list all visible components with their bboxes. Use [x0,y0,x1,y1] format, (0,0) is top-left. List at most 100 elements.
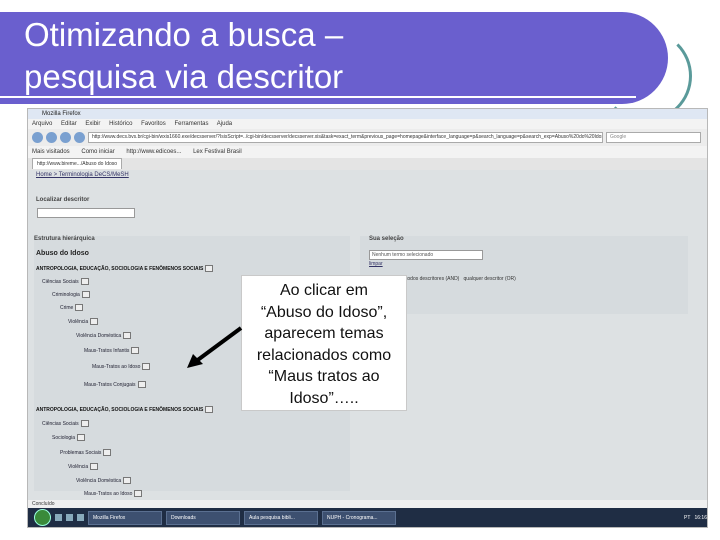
tree2-item-5[interactable]: Violência Doméstica [76,477,132,484]
reload-button-icon[interactable] [60,132,71,143]
tree-item-label: Violência Doméstica [76,477,122,484]
tree2-item-1[interactable]: Ciências Sociais [42,420,89,427]
back-button-icon[interactable] [32,132,43,143]
tree1-item-7[interactable]: Maus-Tratos ao Idoso [92,363,151,370]
tree-add-icon[interactable] [205,265,214,272]
tree1-item-2[interactable]: Criminologia [52,291,90,298]
taskbar-item-nuph[interactable]: NUPH - Cronograma... [322,510,396,525]
tree-add-icon[interactable] [77,434,86,441]
tree2-item-0[interactable]: ANTROPOLOGIA, EDUCAÇÃO, SOCIOLOGIA E FEN… [36,406,214,413]
tree-item-label: Sociologia [52,434,76,441]
tree-add-icon[interactable] [80,278,89,285]
sua-selecao-label: Sua seleção [369,236,404,242]
selected-term: Abuso do Idoso [36,250,89,257]
tray-clock: 16:16 [694,514,707,521]
search-input[interactable]: Google [606,132,701,143]
forward-button-icon[interactable] [46,132,57,143]
tree1-item-4[interactable]: Violência [68,318,99,325]
tree2-item-2[interactable]: Sociologia [52,434,86,441]
menu-favoritos[interactable]: Favoritos [141,121,166,127]
localizar-input[interactable] [37,208,135,218]
estrutura-label: Estrutura hierárquica [34,236,95,242]
tree-add-icon[interactable] [205,406,214,413]
tree-add-icon[interactable] [131,347,140,354]
tree-item-label: Violência Doméstica [76,332,122,339]
bookmark-mais-visitados[interactable]: Mais visitados [32,149,70,155]
tree-add-icon[interactable] [80,420,89,427]
tree-add-icon[interactable] [137,381,146,388]
tree1-item-3[interactable]: Crime [60,304,84,311]
tree-add-icon[interactable] [103,449,112,456]
taskbar: Mozilla Firefox Downloads Aula pesquisa … [28,508,707,527]
limpar-link[interactable]: limpar [369,261,383,267]
callout-line-2: “Abuso do Idoso”, [260,303,388,321]
navigation-bar: http://www.decs.bvs.br/cgi-bin/wxis1660.… [28,129,707,146]
callout-line-5: “Maus tratos ao [268,368,380,385]
tree-item-label: Maus-Tratos Infantis [84,347,130,354]
slide-title-line-2: pesquisa via descritor [24,58,344,95]
tab-abuso-do-idoso[interactable]: http://www.bireme.../Abuso do Idoso [32,158,123,169]
tree-add-icon[interactable] [123,477,132,484]
tree-item-label: Ciências Sociais [42,278,79,285]
breadcrumb[interactable]: Home > Terminologia DeCS/MeSH [36,172,129,178]
callout-line-1: Ao clicar em [279,282,369,299]
taskbar-item-aula[interactable]: Aula pesquisa bibli... [244,510,318,525]
menu-ferramentas[interactable]: Ferramentas [174,121,208,127]
tree-item-label: Problemas Sociais [60,449,102,456]
bookmark-lex-festival[interactable]: Lex Festival Brasil [193,149,242,155]
tree1-item-0[interactable]: ANTROPOLOGIA, EDUCAÇÃO, SOCIOLOGIA E FEN… [36,265,214,272]
tree-add-icon[interactable] [142,363,151,370]
menu-bar: Arquivo Editar Exibir Histórico Favorito… [28,119,707,129]
taskbar-item-downloads[interactable]: Downloads [166,510,240,525]
tree-item-label: ANTROPOLOGIA, EDUCAÇÃO, SOCIOLOGIA E FEN… [36,406,204,413]
taskbar-item-firefox[interactable]: Mozilla Firefox [88,510,162,525]
quicklaunch-icon[interactable] [55,514,62,521]
tree-item-label: Criminologia [52,291,80,298]
tree-item-label: ANTROPOLOGIA, EDUCAÇÃO, SOCIOLOGIA E FEN… [36,265,204,272]
tree-add-icon[interactable] [81,291,90,298]
tree2-item-6[interactable]: Maus-Tratos ao Idoso [84,490,143,497]
tree-add-icon[interactable] [90,463,99,470]
tree-item-label: Ciências Sociais [42,420,79,427]
localizar-label: Localizar descritor [36,197,90,203]
slide-title-line-1: Otimizando a busca – [24,16,344,53]
menu-historico[interactable]: Histórico [109,121,132,127]
operator-radios: todos descritores (AND) qualquer descrit… [406,276,516,282]
tree1-item-5[interactable]: Violência Doméstica [76,332,132,339]
tree-item-label: Crime [60,304,74,311]
start-button-icon[interactable] [34,509,51,526]
url-input[interactable]: http://www.decs.bvs.br/cgi-bin/wxis1660.… [88,132,603,143]
quicklaunch-icon[interactable] [66,514,73,521]
tree2-item-3[interactable]: Problemas Sociais [60,449,112,456]
tree-item-label: Violência [68,318,89,325]
menu-editar[interactable]: Editar [61,121,77,127]
window-title: Mozilla Firefox [28,109,707,119]
tree-add-icon[interactable] [134,490,143,497]
tree1-item-1[interactable]: Ciências Sociais [42,278,89,285]
tree-add-icon[interactable] [75,304,84,311]
home-button-icon[interactable] [74,132,85,143]
tree1-item-6[interactable]: Maus-Tratos Infantis [84,347,140,354]
tree-item-label: Maus-Tratos Conjugais [84,381,136,388]
bookmark-edicoes[interactable]: http://www.edicoes... [126,149,181,155]
bookmark-como-iniciar[interactable]: Como iniciar [81,149,114,155]
tree-add-icon[interactable] [90,318,99,325]
tree-item-label: Maus-Tratos ao Idoso [92,363,141,370]
selection-panel [360,236,688,314]
callout-line-6: Idoso”….. [289,389,359,407]
pointer-arrow-icon [187,326,243,368]
menu-arquivo[interactable]: Arquivo [32,121,52,127]
selection-box: Nenhum termo selecionado [369,250,483,260]
tree-add-icon[interactable] [123,332,132,339]
tree-item-label: Violência [68,463,89,470]
radio-or[interactable]: qualquer descritor (OR) [464,276,516,282]
system-tray: PT 16:16 [684,514,707,521]
tray-language[interactable]: PT [684,515,690,521]
tree1-item-8[interactable]: Maus-Tratos Conjugais [84,381,146,388]
tree2-item-4[interactable]: Violência [68,463,99,470]
quicklaunch-icon[interactable] [77,514,84,521]
menu-ajuda[interactable]: Ajuda [217,121,232,127]
callout-line-4: relacionados como [256,346,392,364]
radio-and[interactable]: todos descritores (AND) [406,276,459,282]
menu-exibir[interactable]: Exibir [85,121,100,127]
